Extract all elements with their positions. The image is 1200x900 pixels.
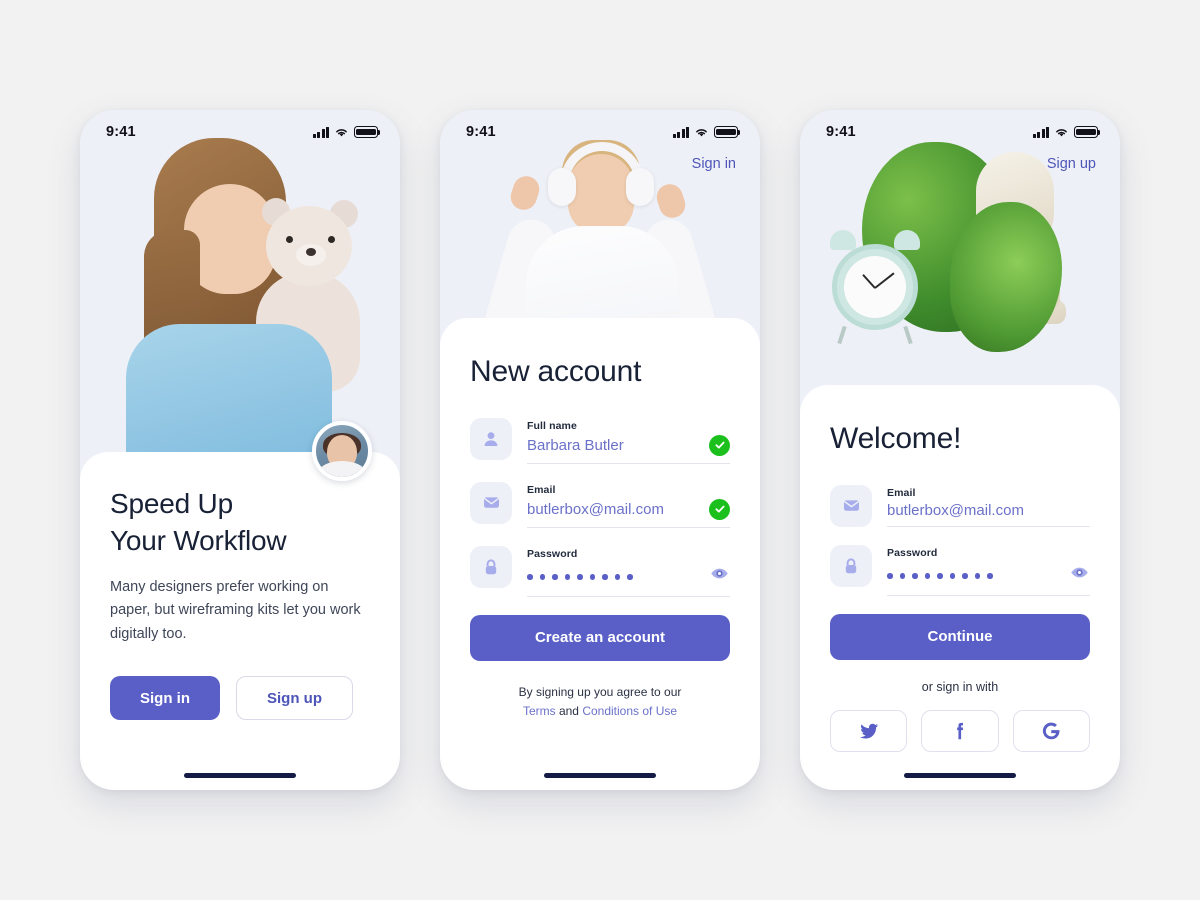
battery-icon [1074, 126, 1101, 138]
home-indicator[interactable] [904, 773, 1016, 778]
headphone-cup-left [548, 168, 576, 206]
legal-text: By signing up you agree to our Terms and… [470, 683, 730, 721]
or-sign-in-with-text: or sign in with [921, 679, 999, 694]
battery-icon [714, 126, 741, 138]
plant-foliage-front [950, 202, 1062, 352]
girl-dress-shape [126, 324, 332, 470]
phone-screen-welcome: Sign up 9:41 Welcome! Email butlerbox@ma… [800, 110, 1120, 790]
woman-hand-left [507, 172, 543, 214]
continue-button[interactable]: Continue [830, 613, 1090, 660]
social-login-row [830, 709, 1090, 752]
conditions-link[interactable]: Conditions of Use [582, 704, 677, 718]
clock-bell-left [830, 230, 856, 250]
hero-art [80, 110, 400, 470]
email-input[interactable]: butlerbox@mail.com [887, 502, 1024, 519]
field-password[interactable]: Password [470, 545, 730, 597]
field-label: Password [527, 547, 578, 560]
person-icon [470, 417, 512, 460]
password-input[interactable] [527, 568, 633, 583]
cellular-signal-icon [672, 126, 689, 138]
password-input[interactable] [887, 567, 993, 582]
status-icons [672, 126, 741, 138]
field-label: Email [527, 483, 556, 496]
avatar[interactable] [312, 421, 372, 481]
page-title: Welcome! [830, 422, 962, 455]
phone-screen-onboarding: 9:41 Speed Up Your Workflow Many designe… [80, 110, 400, 790]
valid-check-icon [709, 434, 730, 456]
home-indicator[interactable] [184, 773, 296, 778]
facebook-icon [957, 722, 964, 739]
status-icons [1032, 126, 1101, 138]
show-password-eye-icon[interactable] [709, 563, 730, 589]
page-title: New account [470, 355, 642, 388]
status-time: 9:41 [466, 124, 496, 140]
hero-art [800, 110, 1120, 400]
lock-icon [830, 544, 872, 587]
facebook-login-button[interactable] [921, 709, 999, 752]
page-title: Speed Up Your Workflow [110, 486, 370, 560]
clock-bell-right [894, 230, 920, 250]
teddy-nose [306, 248, 316, 256]
clock-leg-right [903, 325, 913, 345]
show-password-eye-icon[interactable] [1069, 562, 1090, 588]
envelope-icon [830, 484, 872, 527]
teddy-eye-right [328, 236, 335, 243]
field-password[interactable]: Password [830, 544, 1090, 596]
clock-leg-left [837, 325, 847, 345]
woman-hand-right [653, 180, 689, 222]
headline-line-1: Speed Up [110, 488, 233, 519]
description-text: Many designers prefer working on paper, … [110, 578, 361, 642]
field-label: Email [887, 486, 916, 499]
field-label: Password [887, 546, 938, 559]
content-sheet: New account Full name Barbara Butler Ema… [440, 318, 760, 790]
terms-link[interactable]: Terms [523, 704, 556, 718]
twitter-login-button[interactable] [830, 709, 908, 752]
status-bar: 9:41 [80, 110, 400, 144]
create-account-button[interactable]: Create an account [470, 614, 730, 661]
field-email[interactable]: Email butlerbox@mail.com [830, 484, 1090, 527]
full-name-input[interactable]: Barbara Butler [527, 437, 624, 454]
content-sheet: Welcome! Email butlerbox@mail.com Passwo… [800, 385, 1120, 790]
google-icon [1043, 722, 1060, 739]
lock-icon [470, 545, 512, 588]
status-time: 9:41 [826, 124, 856, 140]
status-time: 9:41 [106, 124, 136, 140]
battery-icon [354, 126, 381, 138]
sign-up-link[interactable]: Sign up [1047, 156, 1096, 172]
status-bar: 9:41 [800, 110, 1120, 144]
legal-prefix: By signing up you agree to our [518, 684, 682, 699]
content-sheet: Speed Up Your Workflow Many designers pr… [80, 452, 400, 790]
signin-form: Email butlerbox@mail.com Password [830, 484, 1090, 596]
field-full-name[interactable]: Full name Barbara Butler [470, 417, 730, 464]
twitter-icon [859, 723, 878, 739]
status-bar: 9:41 [440, 110, 760, 144]
wifi-icon [1056, 129, 1067, 137]
headline-line-2: Your Workflow [110, 524, 287, 556]
valid-check-icon [709, 498, 730, 520]
signup-form: Full name Barbara Butler Email butlerbox… [470, 417, 730, 597]
phone-mockups-stage: 9:41 Speed Up Your Workflow Many designe… [0, 0, 1200, 900]
onboarding-button-row: Sign in Sign up [110, 676, 370, 721]
cellular-signal-icon [1032, 126, 1049, 138]
sign-up-button[interactable]: Sign up [236, 676, 353, 721]
headphone-cup-right [626, 168, 654, 206]
google-login-button[interactable] [1012, 709, 1090, 752]
hero-image-clock-plant-bust [800, 110, 1120, 400]
cellular-signal-icon [312, 126, 329, 138]
phone-screen-new-account: Sign in 9:41 New account Full name Barba… [440, 110, 760, 790]
envelope-icon [470, 481, 512, 524]
wifi-icon [336, 129, 347, 137]
home-indicator[interactable] [544, 773, 656, 778]
field-email[interactable]: Email butlerbox@mail.com [470, 481, 730, 528]
email-input[interactable]: butlerbox@mail.com [527, 501, 664, 518]
field-label: Full name [527, 419, 577, 432]
teddy-eye-left [286, 236, 293, 243]
sign-in-link[interactable]: Sign in [692, 156, 736, 172]
sign-in-button[interactable]: Sign in [110, 676, 220, 721]
legal-and: and [558, 703, 579, 718]
hero-image-girl-with-teddy [80, 110, 400, 470]
status-icons [312, 126, 381, 138]
wifi-icon [696, 129, 707, 137]
